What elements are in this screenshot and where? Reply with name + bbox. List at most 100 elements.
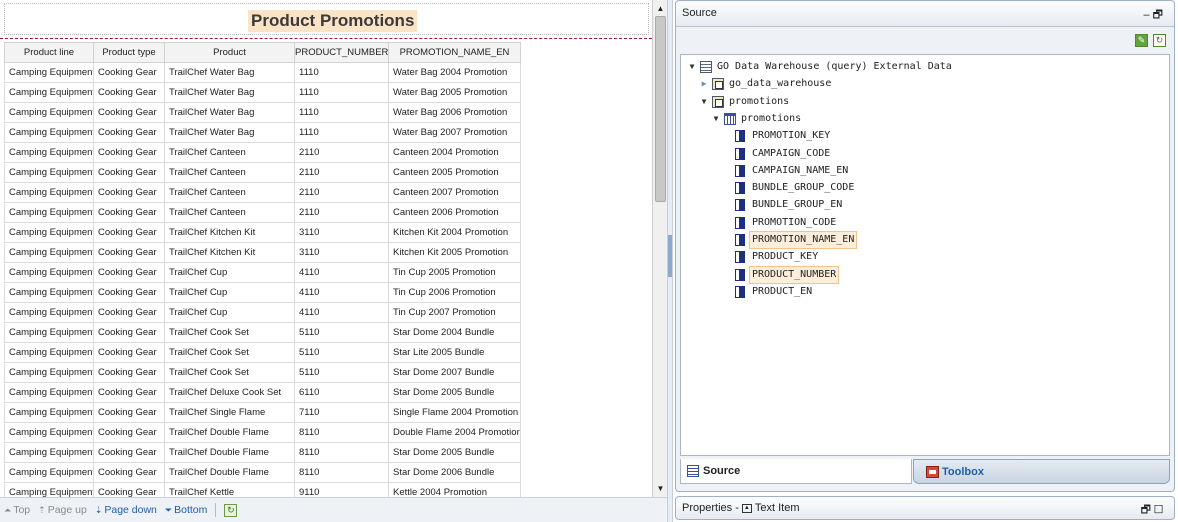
collapse-triangle-icon[interactable]: ▼ (687, 59, 697, 75)
table-row[interactable]: Camping Equipment Cooking Gear TrailChef C… (4, 302, 521, 323)
table-cell[interactable]: Cooking Gear (93, 362, 165, 383)
table-cell[interactable]: Star Dome 2006 Bundle (388, 462, 521, 483)
table-cell[interactable]: 1110 (294, 82, 389, 103)
table-cell[interactable]: Canteen 2005 Promotion (388, 162, 521, 183)
table-row[interactable]: Camping Equipment Cooking Gear TrailChef K… (4, 222, 521, 243)
table-cell[interactable]: TrailChef Canteen (164, 182, 295, 203)
table-cell[interactable]: Cooking Gear (93, 322, 165, 343)
tree-node[interactable]: PRODUCT_EN (735, 284, 812, 300)
top-button[interactable]: ⏶ Top (4, 504, 30, 516)
table-cell[interactable]: Single Flame 2004 Promotion (388, 402, 521, 423)
table-cell[interactable]: 1110 (294, 62, 389, 83)
tab-source[interactable]: Source (680, 459, 912, 484)
table-cell[interactable]: TrailChef Kitchen Kit (164, 222, 295, 243)
collapse-triangle-icon[interactable]: ▼ (711, 111, 721, 127)
table-cell[interactable]: Water Bag 2007 Promotion (388, 122, 521, 143)
minimize-icon[interactable]: – (1144, 9, 1153, 21)
table-cell[interactable]: 1110 (294, 102, 389, 123)
table-cell[interactable]: Cooking Gear (93, 62, 165, 83)
table-row[interactable]: Camping Equipment Cooking Gear TrailChef C… (4, 282, 521, 303)
table-cell[interactable]: TrailChef Cup (164, 262, 295, 283)
table-cell[interactable]: 5110 (294, 322, 389, 343)
table-cell[interactable]: Camping Equipment (4, 202, 94, 223)
table-cell[interactable]: 1110 (294, 122, 389, 143)
table-cell[interactable]: Double Flame 2004 Promotion (388, 422, 521, 443)
table-cell[interactable]: Camping Equipment (4, 162, 94, 183)
table-cell[interactable]: TrailChef Water Bag (164, 122, 295, 143)
table-cell[interactable]: Camping Equipment (4, 302, 94, 323)
table-cell[interactable]: Kitchen Kit 2005 Promotion (388, 242, 521, 263)
table-cell[interactable]: Cooking Gear (93, 242, 165, 263)
report-title[interactable]: Product Promotions (248, 10, 418, 32)
table-row[interactable]: Camping Equipment Cooking Gear TrailChef C… (4, 342, 521, 363)
properties-pane-header[interactable]: Properties - ▲ Text Item 🗗☐ (675, 496, 1175, 520)
table-cell[interactable]: Cooking Gear (93, 142, 165, 163)
table-row[interactable]: Camping Equipment Cooking Gear TrailChef W… (4, 122, 521, 143)
table-cell[interactable]: TrailChef Water Bag (164, 62, 295, 83)
page-down-button[interactable]: ⇣ Page down (95, 504, 157, 516)
table-row[interactable]: Camping Equipment Cooking Gear TrailChef D… (4, 422, 521, 443)
table-cell[interactable]: TrailChef Cup (164, 282, 295, 303)
column-header[interactable]: Product (164, 42, 295, 63)
tree-node[interactable]: PROMOTION_CODE (735, 215, 836, 231)
table-cell[interactable]: TrailChef Canteen (164, 142, 295, 163)
table-cell[interactable]: Cooking Gear (93, 402, 165, 423)
table-row[interactable]: Camping Equipment Cooking Gear TrailChef W… (4, 82, 521, 103)
table-cell[interactable]: Cooking Gear (93, 222, 165, 243)
table-cell[interactable]: Cooking Gear (93, 442, 165, 463)
table-cell[interactable]: Water Bag 2004 Promotion (388, 62, 521, 83)
table-cell[interactable]: Cooking Gear (93, 102, 165, 123)
table-cell[interactable]: Cooking Gear (93, 482, 165, 497)
table-cell[interactable]: TrailChef Canteen (164, 162, 295, 183)
table-cell[interactable]: Camping Equipment (4, 262, 94, 283)
table-cell[interactable]: Cooking Gear (93, 162, 165, 183)
table-cell[interactable]: Cooking Gear (93, 462, 165, 483)
table-row[interactable]: Camping Equipment Cooking Gear TrailChef D… (4, 442, 521, 463)
tree-node[interactable]: ▼ promotions (711, 111, 801, 127)
table-cell[interactable]: Cooking Gear (93, 382, 165, 403)
table-cell[interactable]: Camping Equipment (4, 382, 94, 403)
tab-toolbox[interactable]: Toolbox (913, 459, 1170, 484)
table-cell[interactable]: 3110 (294, 222, 389, 243)
insert-metadata-icon[interactable]: ✎ (1135, 34, 1148, 47)
refresh-icon[interactable]: ↻ (1153, 34, 1166, 47)
table-cell[interactable]: 9110 (294, 482, 389, 497)
table-cell[interactable]: 7110 (294, 402, 389, 423)
table-cell[interactable]: Cooking Gear (93, 302, 165, 323)
table-cell[interactable]: 5110 (294, 342, 389, 363)
column-header[interactable]: Product type (93, 42, 165, 63)
table-row[interactable]: Camping Equipment Cooking Gear TrailChef K… (4, 242, 521, 263)
table-cell[interactable]: 5110 (294, 362, 389, 383)
splitter-handle[interactable] (668, 235, 672, 277)
table-cell[interactable]: Star Dome 2005 Bundle (388, 442, 521, 463)
table-cell[interactable]: TrailChef Single Flame (164, 402, 295, 423)
table-cell[interactable]: TrailChef Cup (164, 302, 295, 323)
table-cell[interactable]: TrailChef Water Bag (164, 82, 295, 103)
list-report-table[interactable]: Product line Product type Product PRODUCT_N… (4, 42, 521, 497)
table-row[interactable]: Camping Equipment Cooking Gear TrailChef D… (4, 462, 521, 483)
table-cell[interactable]: TrailChef Kettle (164, 482, 295, 497)
table-cell[interactable]: 2110 (294, 162, 389, 183)
table-row[interactable]: Camping Equipment Cooking Gear TrailChef D… (4, 382, 521, 403)
table-cell[interactable]: Camping Equipment (4, 402, 94, 423)
bottom-button[interactable]: ⏷ Bottom (165, 504, 207, 516)
table-cell[interactable]: 6110 (294, 382, 389, 403)
table-cell[interactable]: Camping Equipment (4, 282, 94, 303)
table-cell[interactable]: TrailChef Water Bag (164, 102, 295, 123)
table-cell[interactable]: TrailChef Double Flame (164, 422, 295, 443)
table-cell[interactable]: TrailChef Cook Set (164, 342, 295, 363)
table-cell[interactable]: Canteen 2007 Promotion (388, 182, 521, 203)
tree-node[interactable]: CAMPAIGN_NAME_EN (735, 163, 848, 179)
table-row[interactable]: Camping Equipment Cooking Gear TrailChef C… (4, 362, 521, 383)
table-cell[interactable]: 2110 (294, 202, 389, 223)
table-cell[interactable]: Camping Equipment (4, 482, 94, 497)
table-cell[interactable]: Camping Equipment (4, 242, 94, 263)
table-row[interactable]: Camping Equipment Cooking Gear TrailChef C… (4, 262, 521, 283)
table-cell[interactable]: Tin Cup 2007 Promotion (388, 302, 521, 323)
table-cell[interactable]: Camping Equipment (4, 102, 94, 123)
table-row[interactable]: Camping Equipment Cooking Gear TrailChef C… (4, 202, 521, 223)
table-row[interactable]: Camping Equipment Cooking Gear TrailChef C… (4, 322, 521, 343)
tree-node[interactable]: PRODUCT_KEY (735, 249, 818, 265)
table-cell[interactable]: Cooking Gear (93, 182, 165, 203)
scroll-thumb[interactable] (655, 16, 666, 202)
